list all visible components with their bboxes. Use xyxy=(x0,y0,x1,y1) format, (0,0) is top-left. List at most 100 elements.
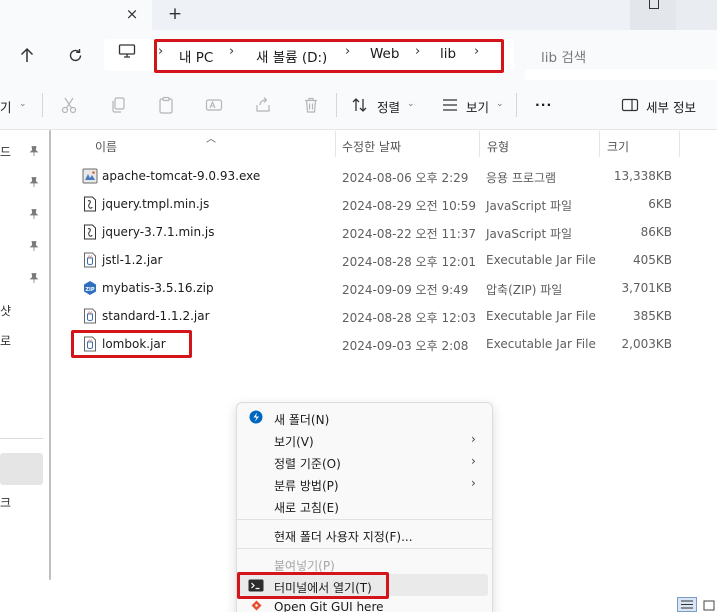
git-gui-icon xyxy=(251,600,262,611)
jar-icon xyxy=(84,308,96,324)
title-bar: × + xyxy=(0,0,717,30)
jar-icon xyxy=(84,252,96,268)
nav-item-label[interactable]: 로 xyxy=(0,332,11,349)
nav-item-selected[interactable] xyxy=(0,453,43,485)
nav-item-label[interactable]: 드 xyxy=(0,143,11,160)
column-header-name[interactable]: 이름 xyxy=(95,138,117,155)
breadcrumb-separator[interactable]: › xyxy=(474,44,479,59)
breadcrumb-this-pc[interactable]: 내 PC xyxy=(179,46,213,66)
column-divider[interactable] xyxy=(679,131,680,157)
refresh-button[interactable] xyxy=(64,44,86,66)
breadcrumb-separator[interactable]: › xyxy=(345,44,350,59)
file-date: 2024-08-22 오전 11:37 xyxy=(342,227,477,241)
paste-button[interactable] xyxy=(156,95,176,115)
file-size: 405KB xyxy=(632,253,672,267)
menu-item-sort-by[interactable]: 정렬 기준(O) xyxy=(274,455,341,472)
column-header-modified[interactable]: 수정한 날짜 xyxy=(342,138,401,155)
file-date: 2024-08-28 오후 12:01 xyxy=(342,255,477,269)
menu-item-customize-folder[interactable]: 현재 폴더 사용자 지정(F)... xyxy=(274,528,413,545)
rename-button[interactable] xyxy=(204,95,224,115)
share-icon xyxy=(256,97,270,112)
menu-item-group-by[interactable]: 분류 방법(P) xyxy=(274,477,339,494)
nav-divider xyxy=(0,438,43,439)
tiles-view-icon[interactable] xyxy=(702,599,716,612)
breadcrumb-web[interactable]: Web xyxy=(370,46,399,62)
file-type: 압축(ZIP) 파일 xyxy=(486,283,563,297)
new-tab-button[interactable]: + xyxy=(165,4,185,24)
file-row[interactable]: jquery.tmpl.min.js 2024-08-29 오전 10:59 J… xyxy=(62,190,680,218)
menu-item-refresh[interactable]: 새로 고침(E) xyxy=(274,499,339,516)
exe-icon xyxy=(82,168,98,184)
breadcrumb-lib[interactable]: lib xyxy=(440,46,456,62)
chevron-right-icon: › xyxy=(471,454,476,468)
share-button[interactable] xyxy=(253,95,273,115)
menu-item-open-git-gui[interactable]: Open Git GUI here xyxy=(274,600,384,612)
menu-separator xyxy=(237,519,492,520)
details-view-icon xyxy=(681,600,693,609)
file-row[interactable]: standard-1.1.2.jar 2024-08-28 오후 12:03 E… xyxy=(62,302,680,330)
new-button-label[interactable]: 기 xyxy=(0,97,12,116)
js-file-icon xyxy=(84,196,96,212)
column-header-type[interactable]: 유형 xyxy=(487,138,509,155)
file-row[interactable]: jquery-3.7.1.min.js 2024-08-22 오전 11:37 … xyxy=(62,218,680,246)
file-row[interactable]: ZIP mybatis-3.5.16.zip 2024-09-09 오전 9:4… xyxy=(62,274,680,302)
file-type: Executable Jar File xyxy=(486,337,596,351)
pin-icon xyxy=(29,177,39,187)
file-date: 2024-09-09 오전 9:49 xyxy=(342,283,469,297)
sort-button[interactable]: 정렬 xyxy=(377,97,400,116)
scissors-icon xyxy=(61,97,77,114)
copy-icon xyxy=(112,97,125,113)
menu-item-view[interactable]: 보기(V) xyxy=(274,433,314,450)
file-date: 2024-08-28 오후 12:03 xyxy=(342,311,477,325)
zip-icon: ZIP xyxy=(84,281,96,295)
toolbar-divider xyxy=(42,93,43,117)
column-divider[interactable] xyxy=(335,131,336,157)
nav-item-label[interactable]: 샷 xyxy=(0,302,11,319)
view-button[interactable]: 보기 xyxy=(466,97,489,116)
file-name[interactable]: standard-1.1.2.jar xyxy=(102,309,210,323)
file-name[interactable]: jquery-3.7.1.min.js xyxy=(102,225,214,239)
search-placeholder[interactable]: lib 검색 xyxy=(541,46,586,66)
window-close-button[interactable] xyxy=(676,0,717,30)
file-row[interactable]: jstl-1.2.jar 2024-08-28 오후 12:01 Executa… xyxy=(62,246,680,274)
menu-item-new-folder[interactable]: 새 폴더(N) xyxy=(274,411,329,428)
breadcrumb-separator[interactable]: › xyxy=(158,44,163,59)
pin-icon xyxy=(29,209,39,219)
file-row[interactable]: apache-tomcat-9.0.93.exe 2024-08-06 오후 2… xyxy=(62,162,680,190)
view-list-icon[interactable] xyxy=(440,95,460,115)
file-type: Executable Jar File xyxy=(486,253,596,267)
column-divider[interactable] xyxy=(479,131,480,157)
more-options-button[interactable]: ··· xyxy=(535,97,552,112)
file-size: 2,003KB xyxy=(621,337,672,351)
delete-button[interactable] xyxy=(301,95,321,115)
details-pane-icon[interactable] xyxy=(620,95,640,115)
file-name[interactable]: jquery.tmpl.min.js xyxy=(102,197,209,211)
file-name[interactable]: apache-tomcat-9.0.93.exe xyxy=(102,169,260,183)
cut-button[interactable] xyxy=(59,95,79,115)
rename-icon xyxy=(205,99,223,111)
nav-scrollbar[interactable] xyxy=(49,130,51,580)
breadcrumb-volume-d[interactable]: 새 볼륨 (D:) xyxy=(256,46,327,66)
breadcrumb-separator[interactable]: › xyxy=(415,44,420,59)
file-name[interactable]: mybatis-3.5.16.zip xyxy=(102,281,214,295)
menu-separator xyxy=(237,548,492,549)
copy-button[interactable] xyxy=(108,95,128,115)
column-divider[interactable] xyxy=(599,131,600,157)
close-tab-button[interactable]: × xyxy=(122,4,142,24)
computer-icon[interactable] xyxy=(118,44,136,58)
clipboard-icon xyxy=(159,96,173,114)
file-size: 3,701KB xyxy=(621,281,672,295)
details-button[interactable]: 세부 정보 xyxy=(646,97,696,116)
js-file-icon xyxy=(84,224,96,240)
terminal-highlight xyxy=(237,572,389,599)
file-name[interactable]: jstl-1.2.jar xyxy=(102,253,162,267)
up-button[interactable] xyxy=(16,44,38,66)
details-view-toggle[interactable] xyxy=(677,597,697,612)
explorer-tab[interactable]: × xyxy=(0,0,152,30)
file-type: JavaScript 파일 xyxy=(486,199,573,213)
column-header-size[interactable]: 크기 xyxy=(607,138,629,155)
sort-icon[interactable] xyxy=(350,95,370,115)
toolbar-divider xyxy=(336,93,337,117)
breadcrumb-separator[interactable]: › xyxy=(229,44,234,59)
nav-item-label[interactable]: 크 xyxy=(0,494,11,511)
